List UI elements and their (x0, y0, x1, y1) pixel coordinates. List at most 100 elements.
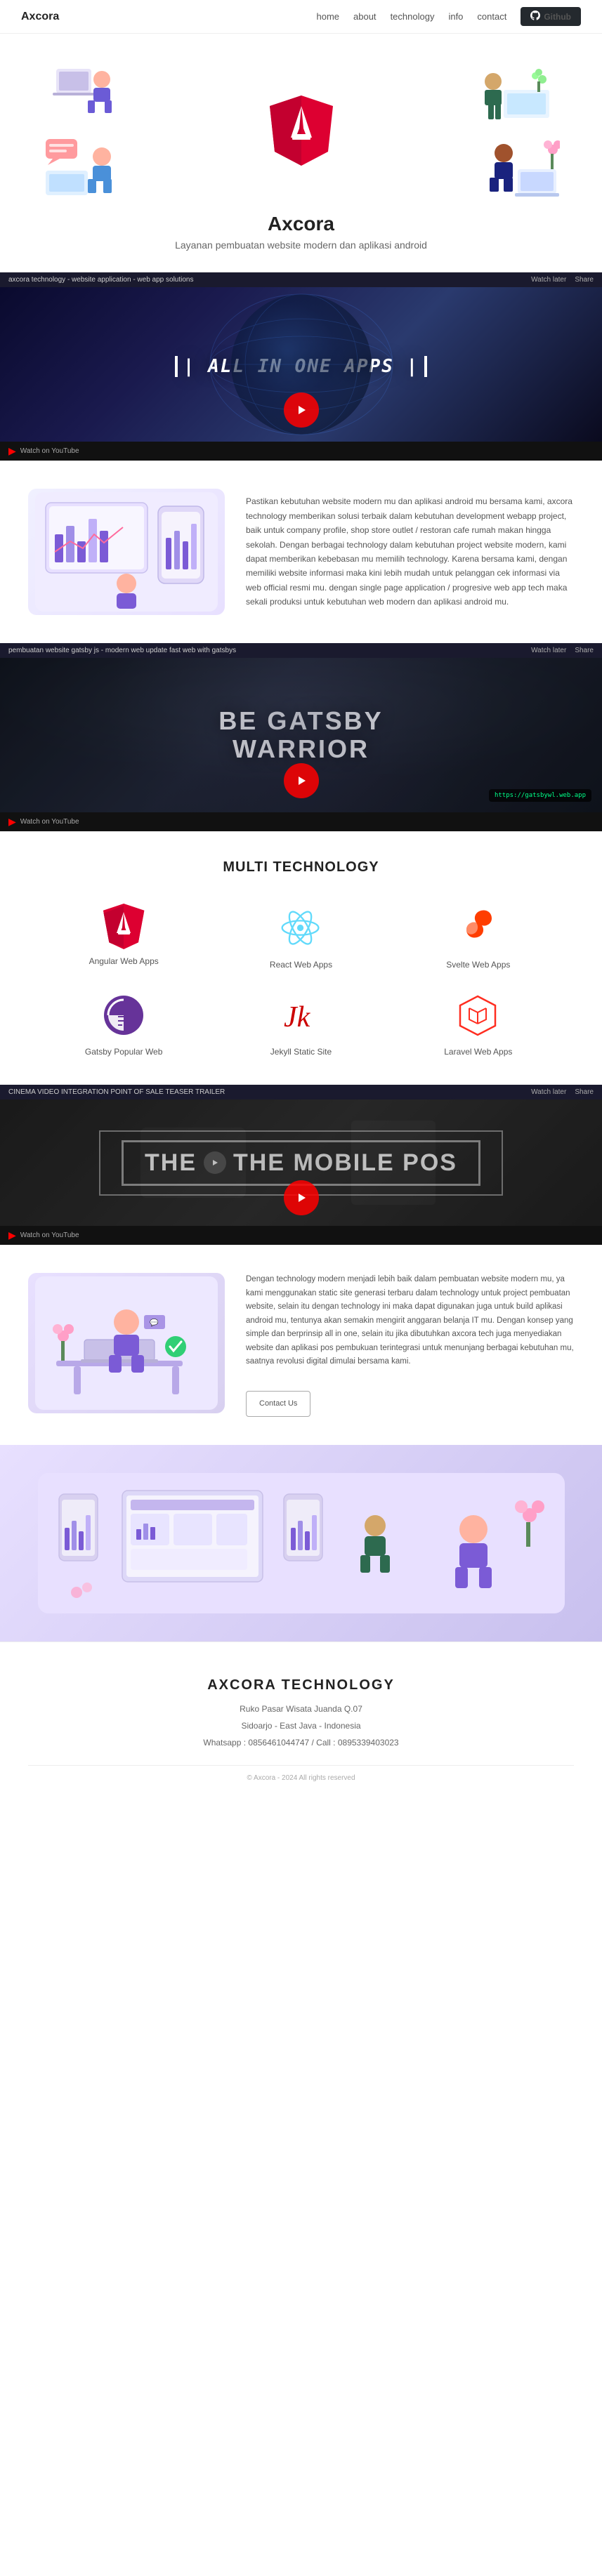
tech-item-svelte: Svelte Web Apps (397, 904, 560, 970)
video-bar-actions-1: Watch later Share (531, 276, 594, 284)
video-bar-3: CINEMA VIDEO INTEGRATION POINT OF SALE T… (0, 1085, 602, 1099)
navbar-brand: Axcora (21, 11, 59, 23)
tech-item-jekyll: Jk Jekyll Static Site (219, 991, 382, 1057)
desc-image-1 (28, 489, 225, 615)
share-2[interactable]: Share (575, 647, 594, 654)
tech-label-react: React Web Apps (270, 960, 332, 970)
footer-address-1: Ruko Pasar Wisata Juanda Q.07 (28, 1700, 574, 1717)
hero-center (266, 92, 336, 169)
illustration-person-3 (483, 62, 553, 125)
footer-copyright: © Axcora - 2024 All rights reserved (28, 1765, 574, 1782)
video-section-1: axcora technology - website application … (0, 272, 602, 461)
tech-section: MULTI TECHNOLOGY Angular Web Apps (0, 831, 602, 1085)
video-bar-2: pembuatan website gatsby js - modern web… (0, 643, 602, 658)
tech-item-gatsby: Gatsby Popular Web (42, 991, 205, 1057)
watch-later-2[interactable]: Watch later (531, 647, 566, 654)
youtube-label-1[interactable]: Watch on YouTube (20, 447, 79, 455)
github-icon (530, 11, 540, 22)
video-main-2[interactable]: BE GATSBY WARRIOR https://gatsbywl.web.a… (0, 658, 602, 812)
angular-svg (101, 904, 147, 949)
youtube-icon-1: ▶ (8, 445, 16, 457)
hero-illustrations (42, 62, 560, 199)
hero-title: Axcora (42, 213, 560, 235)
footer-info: Ruko Pasar Wisata Juanda Q.07 Sidoarjo -… (28, 1700, 574, 1751)
video-bottom-bar-2: ▶ Watch on YouTube (0, 812, 602, 831)
svg-text:💬: 💬 (150, 1318, 159, 1327)
hero-subtitle: Layanan pembuatan website modern dan apl… (42, 239, 560, 251)
youtube-icon-2: ▶ (8, 816, 16, 828)
video-section-3: CINEMA VIDEO INTEGRATION POINT OF SALE T… (0, 1085, 602, 1245)
video-bar-actions-2: Watch later Share (531, 647, 594, 654)
illustration-person-4 (483, 136, 560, 199)
watch-later-1[interactable]: Watch later (531, 276, 566, 284)
tech-item-laravel: Laravel Web Apps (397, 991, 560, 1057)
dashboard-illustration (35, 492, 218, 612)
footer-illustration-svg (38, 1473, 565, 1613)
tech-title: MULTI TECHNOLOGY (42, 859, 560, 876)
navbar-links: home about technology info contact Githu… (316, 7, 581, 26)
video-bottom-bar-3: ▶ Watch on YouTube (0, 1226, 602, 1245)
react-svg (280, 907, 322, 949)
person-illustration-2: 💬 (35, 1276, 218, 1410)
tech-item-react: React Web Apps (219, 904, 382, 970)
nav-technology[interactable]: technology (391, 11, 435, 22)
play-button-3[interactable] (284, 1180, 319, 1215)
footer-contact: Whatsapp : 0856461044747 / Call : 089533… (28, 1734, 574, 1751)
tech-label-jekyll: Jekyll Static Site (270, 1047, 332, 1057)
footer-copyright-text: © Axcora - 2024 All rights reserved (247, 1774, 355, 1782)
share-3[interactable]: Share (575, 1088, 594, 1096)
svelte-svg (455, 906, 501, 951)
tech-label-svelte: Svelte Web Apps (446, 960, 510, 970)
video-main-1[interactable]: | ALL IN ONE APPS | (0, 287, 602, 442)
hero-section: Axcora Layanan pembuatan website modern … (0, 34, 602, 272)
laravel-svg (455, 993, 501, 1038)
footer-address-2: Sidoarjo - East Java - Indonesia (28, 1717, 574, 1734)
desc-text-1: Pastikan kebutuhan website modern mu dan… (246, 494, 574, 609)
nav-contact[interactable]: contact (477, 11, 506, 22)
video-bar-title-1: axcora technology - website application … (8, 276, 194, 284)
navbar: Axcora home about technology info contac… (0, 0, 602, 34)
video-bar-actions-3: Watch later Share (531, 1088, 594, 1096)
footer-title: AXCORA TECHNOLOGY (28, 1677, 574, 1693)
gatsby-logo (99, 991, 148, 1040)
youtube-label-2[interactable]: Watch on YouTube (20, 818, 79, 826)
footer-illustration-section (0, 1445, 602, 1642)
youtube-icon-3: ▶ (8, 1229, 16, 1241)
desc-text-2: Dengan technology modern menjadi lebih b… (246, 1273, 574, 1417)
jekyll-logo: Jk (276, 991, 325, 1040)
footer: AXCORA TECHNOLOGY Ruko Pasar Wisata Juan… (0, 1642, 602, 1803)
desc-section-2: 💬 Dengan technology modern menjadi lebih… (0, 1245, 602, 1445)
svelte-logo (454, 904, 503, 953)
nav-home[interactable]: home (316, 11, 339, 22)
video-bottom-bar-1: ▶ Watch on YouTube (0, 442, 602, 461)
video-bar-title-2: pembuatan website gatsby js - modern web… (8, 647, 236, 654)
share-1[interactable]: Share (575, 276, 594, 284)
video-bar-title-3: CINEMA VIDEO INTEGRATION POINT OF SALE T… (8, 1088, 225, 1096)
tech-item-angular: Angular Web Apps (42, 904, 205, 970)
watch-later-3[interactable]: Watch later (531, 1088, 566, 1096)
nav-about[interactable]: about (353, 11, 377, 22)
laravel-logo (454, 991, 503, 1040)
jekyll-svg: Jk (278, 993, 324, 1038)
tech-label-laravel: Laravel Web Apps (444, 1047, 512, 1057)
gatsby-svg (101, 993, 147, 1038)
react-logo (276, 904, 325, 953)
angular-logo (101, 904, 147, 949)
video-bar-1: axcora technology - website application … (0, 272, 602, 287)
play-button-2[interactable] (284, 763, 319, 798)
contact-us-button[interactable]: Contact Us (246, 1391, 310, 1417)
angular-logo-hero (266, 92, 336, 169)
tech-grid: Angular Web Apps React Web Apps (42, 904, 560, 1057)
play-button-1[interactable] (284, 392, 319, 428)
nav-info[interactable]: info (448, 11, 463, 22)
desc-image-2: 💬 (28, 1273, 225, 1413)
illustration-person-1 (49, 62, 119, 125)
desc-section-1: Pastikan kebutuhan website modern mu dan… (0, 461, 602, 643)
github-button[interactable]: Github (521, 7, 581, 26)
youtube-label-3[interactable]: Watch on YouTube (20, 1231, 79, 1239)
video-section-2: pembuatan website gatsby js - modern web… (0, 643, 602, 831)
video-main-3[interactable]: THE THE MOBILE POS (0, 1099, 602, 1226)
illustration-person-2 (42, 136, 119, 199)
video-badge-2: https://gatsbywl.web.app (489, 789, 591, 802)
desc-text-2-content: Dengan technology modern menjadi lebih b… (246, 1275, 574, 1366)
